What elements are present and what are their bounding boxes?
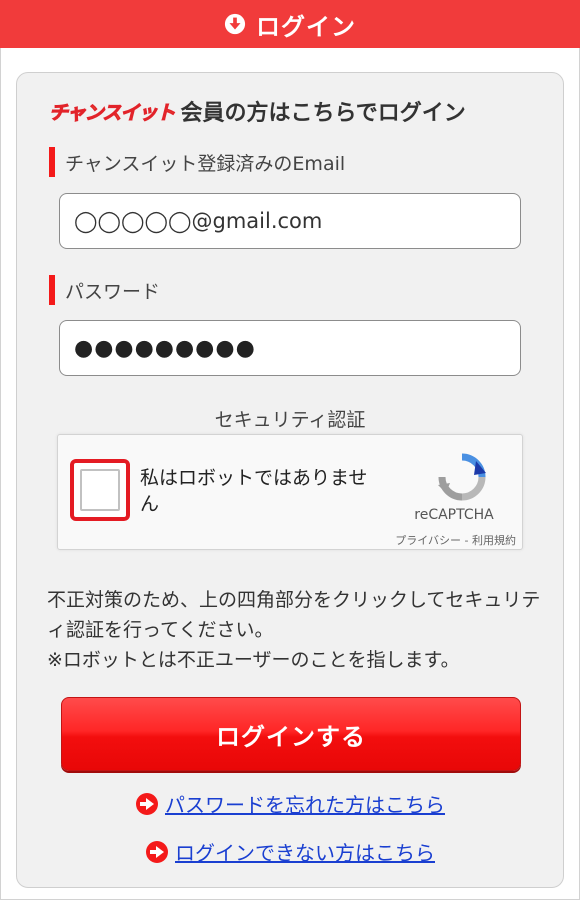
captcha-checkbox-label: 私はロボットではありません [140,467,368,515]
password-field[interactable]: ●●●●●●●●● [59,320,521,376]
recaptcha-logo-icon [438,453,486,501]
security-notice-line-2: ※ロボットとは不正ユーザーのことを指します。 [47,649,460,671]
password-label: パスワード [65,280,161,303]
login-button[interactable]: ログインする [61,697,521,771]
page-header: ログイン [0,0,580,48]
security-notice: 不正対策のため、上の四角部分をクリックしてセキュリティ認証を行ってください。 ※… [47,585,543,675]
password-value: ●●●●●●●●● [74,335,256,361]
circle-arrow-down-icon [224,13,246,35]
cannot-login-link-text[interactable]: ログインできない方はこちら [175,837,435,866]
recaptcha-privacy-terms-links[interactable]: プライバシー - 利用規約 [368,532,516,548]
label-marker [49,275,55,305]
cannot-login-link[interactable]: ログインできない方はこちら [17,837,563,866]
page-title: ログイン [256,12,356,41]
card-title-text: 会員の方はこちらでログイン [180,101,466,126]
forgot-password-link[interactable]: パスワードを忘れた方はこちら [17,789,563,818]
recaptcha-widget: 私はロボットではありません reCAPTCHA プライバシー - 利用規約 [57,434,523,550]
circle-arrow-right-icon [136,792,158,815]
forgot-password-link-text[interactable]: パスワードを忘れた方はこちら [165,789,445,818]
label-marker [49,147,55,177]
recaptcha-brand: reCAPTCHA [414,507,494,523]
security-notice-line-1: 不正対策のため、上の四角部分をクリックしてセキュリティ認証を行ってください。 [47,589,541,641]
email-label-row: チャンスイット登録済みのEmail [49,147,345,177]
security-label: セキュリティ認証 [214,409,366,431]
login-button-label: ログインする [216,722,366,751]
email-label: チャンスイット登録済みのEmail [65,152,346,175]
captcha-checkbox[interactable] [80,469,120,511]
captcha-checkbox-highlight [70,459,130,521]
circle-arrow-right-icon [146,840,168,863]
email-field[interactable]: ◯◯◯◯◯@gmail.com [59,193,521,249]
brand-logo: チャンスイット [48,101,175,124]
email-value: ◯◯◯◯◯@gmail.com [74,209,323,233]
card-title: チャンスイット 会員の方はこちらでログイン [48,93,466,129]
password-label-row: パスワード [49,275,160,305]
login-card: チャンスイット 会員の方はこちらでログイン チャンスイット登録済みのEmail … [16,72,564,888]
